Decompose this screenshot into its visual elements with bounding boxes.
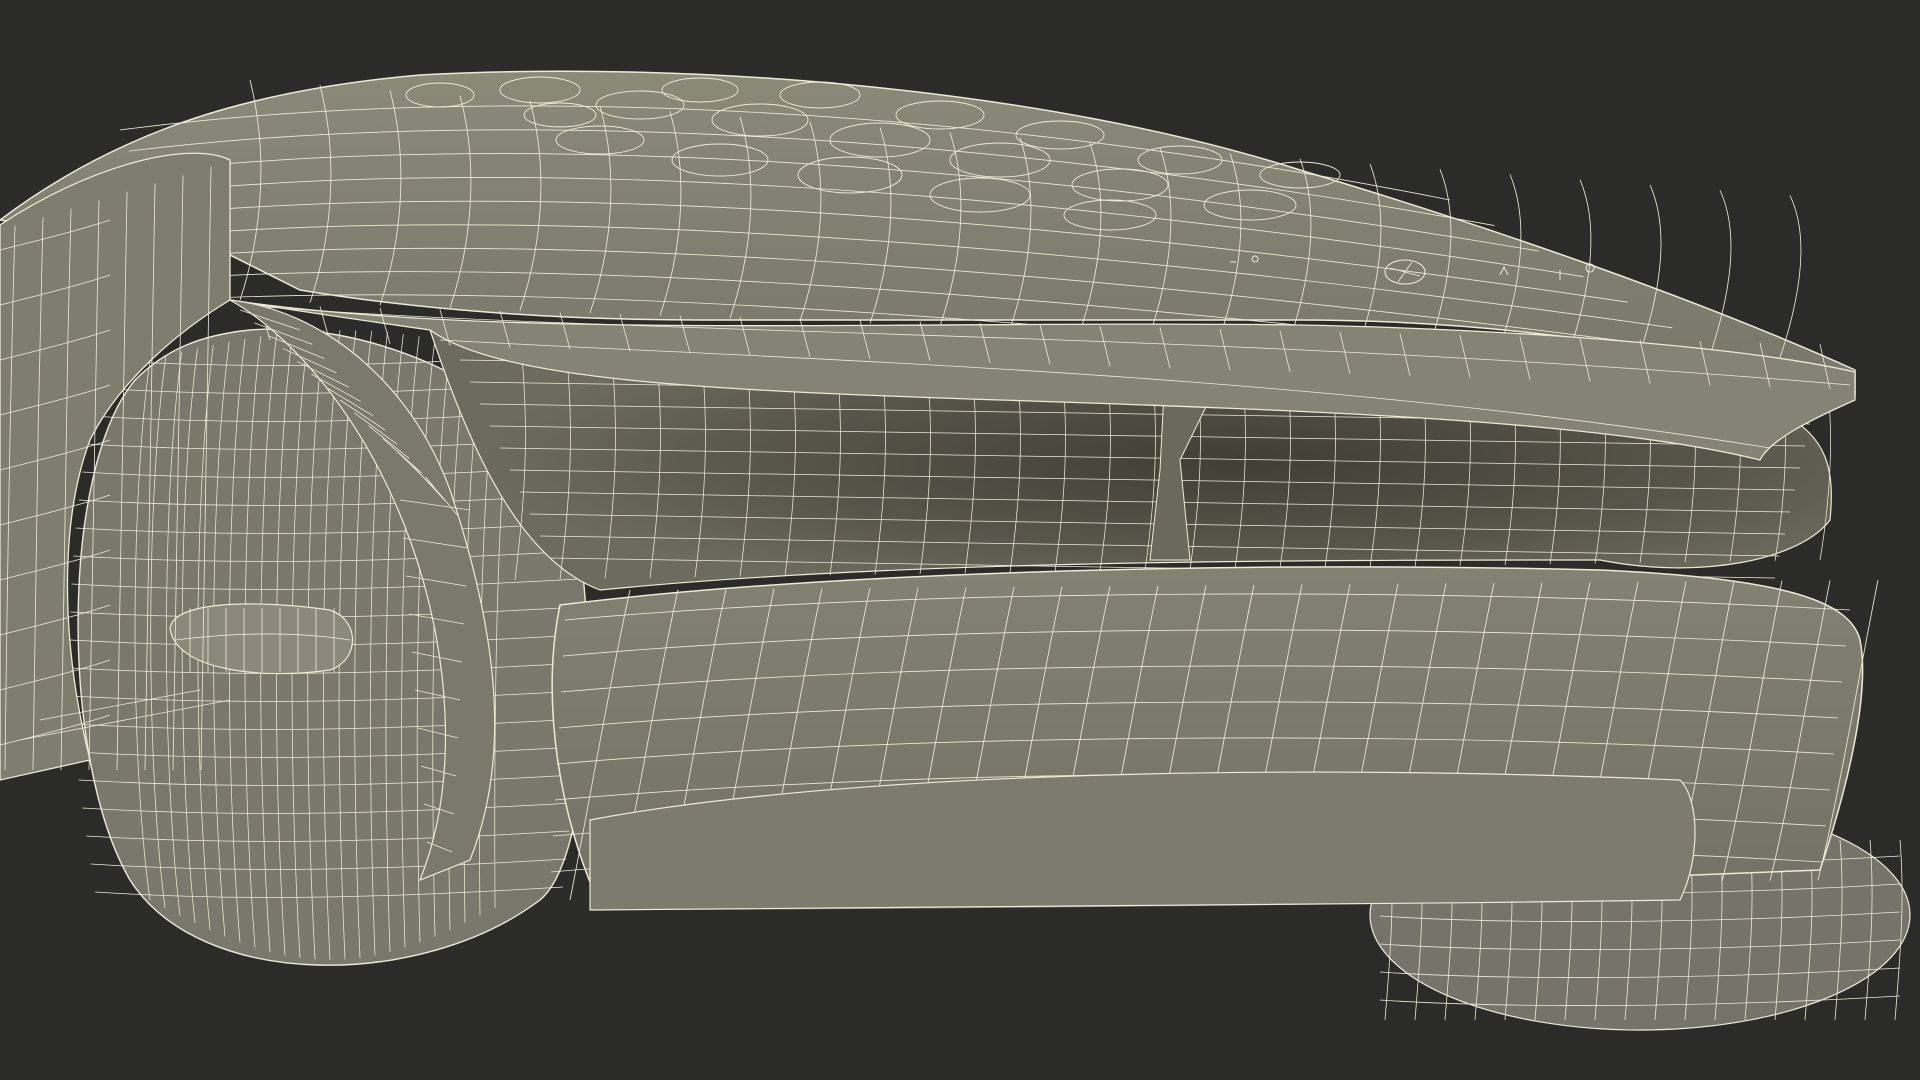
- wireframe-car-render: [0, 70, 1911, 1031]
- mesh-edge: [379, 307, 391, 344]
- lower-bumper: [550, 566, 1879, 911]
- render-viewport: [0, 0, 1920, 1080]
- mesh-edge: [1779, 195, 1802, 358]
